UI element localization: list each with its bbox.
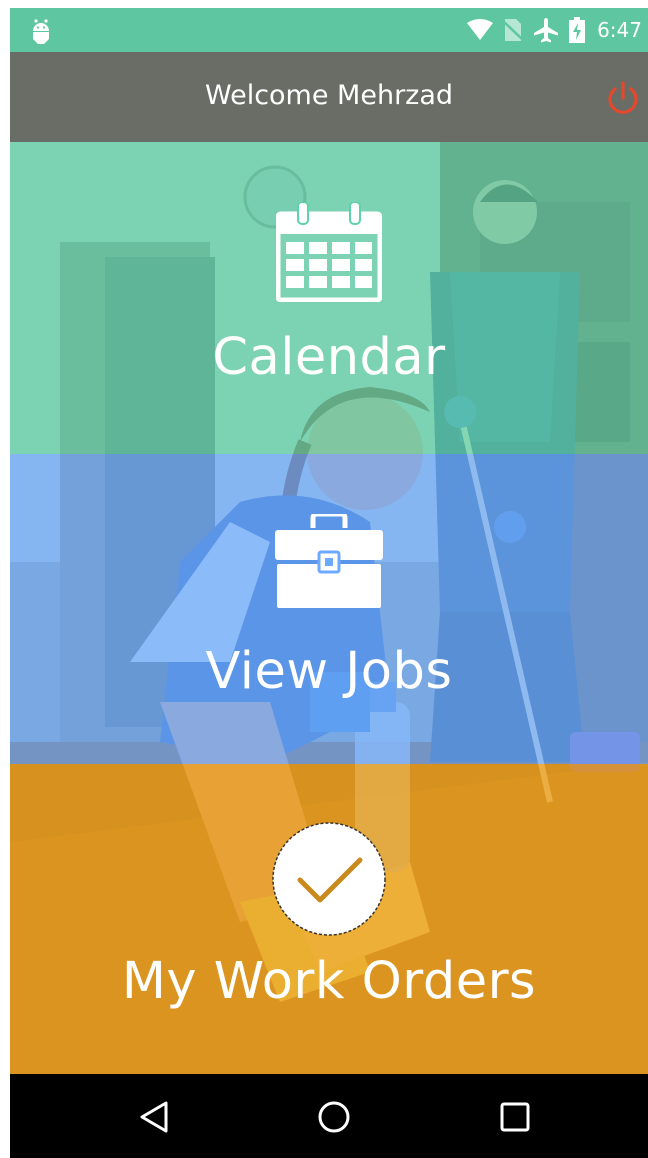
menu-item-view-jobs[interactable]: View Jobs <box>10 454 648 764</box>
home-icon[interactable] <box>317 1100 351 1134</box>
status-time: 6:47 <box>597 18 642 42</box>
power-icon[interactable] <box>604 80 642 118</box>
calendar-label: Calendar <box>212 328 446 387</box>
menu-item-my-work-orders[interactable]: My Work Orders <box>10 764 648 1074</box>
calendar-icon <box>276 202 382 302</box>
recent-apps-icon[interactable] <box>498 1100 532 1134</box>
status-icons: 6:47 <box>467 14 642 46</box>
navigation-bar <box>10 1074 648 1158</box>
status-bar: 6:47 <box>10 8 648 52</box>
app-bar: Welcome Mehrzad <box>10 52 648 142</box>
menu-item-calendar[interactable]: Calendar <box>10 142 648 454</box>
view-jobs-label: View Jobs <box>205 642 453 701</box>
phone-screen: 6:47 Welcome Mehrzad Calendar View Jobs … <box>10 8 648 1158</box>
airplane-icon <box>534 18 559 43</box>
my-work-orders-label: My Work Orders <box>121 952 537 1011</box>
check-circle-icon <box>272 822 386 936</box>
wifi-icon <box>467 19 494 40</box>
no-sim-icon <box>503 19 524 41</box>
briefcase-icon <box>275 514 383 608</box>
main-menu: Calendar View Jobs My Work Orders <box>10 142 648 1074</box>
android-icon <box>33 19 49 44</box>
battery-charging-icon <box>569 17 586 43</box>
back-icon[interactable] <box>138 1100 172 1134</box>
app-title: Welcome Mehrzad <box>204 80 454 111</box>
